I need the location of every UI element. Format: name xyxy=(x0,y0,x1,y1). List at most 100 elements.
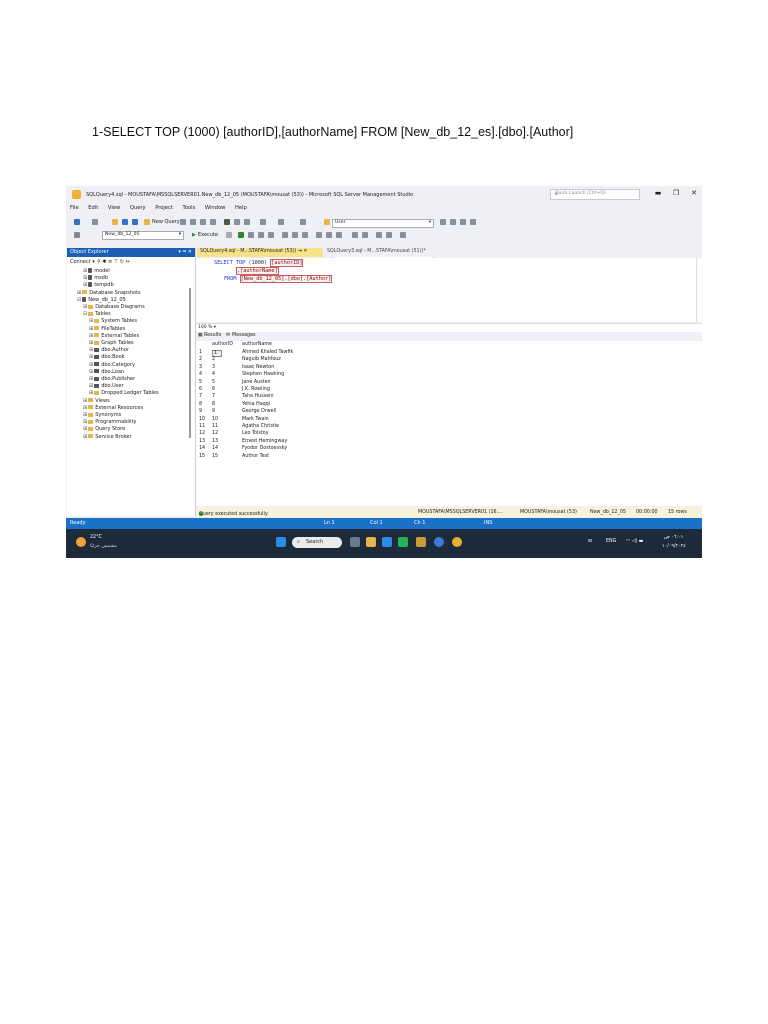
ssms-taskbar-icon[interactable] xyxy=(416,537,426,547)
parse-icon[interactable] xyxy=(238,232,244,238)
sql-editor[interactable]: SELECT TOP (1000) [authorID] ,[authorNam… xyxy=(196,258,696,322)
chrome-icon[interactable] xyxy=(452,537,462,547)
tree-node[interactable]: ⊞ Programmability xyxy=(83,419,137,425)
file-explorer-icon[interactable] xyxy=(366,537,376,547)
execute-button[interactable]: Execute xyxy=(198,232,218,238)
menu-file[interactable]: File xyxy=(70,205,79,211)
column-header-authorid[interactable]: authorID xyxy=(212,342,233,347)
tree-node[interactable]: ⊞ Graph Tables xyxy=(89,340,134,346)
results-grid-icon[interactable] xyxy=(316,232,322,238)
menu-view[interactable]: View xyxy=(108,205,120,211)
menu-window[interactable]: Window xyxy=(205,205,225,211)
tree-node[interactable]: ⊟ New_db_12_05 xyxy=(77,296,126,303)
tree-node[interactable]: ⊞ Views xyxy=(83,398,110,404)
new-query-icon[interactable] xyxy=(144,219,150,225)
tree-node[interactable]: ⊞ dbo.User xyxy=(89,383,124,389)
tools-icon[interactable] xyxy=(450,219,456,225)
chart-icon[interactable] xyxy=(460,219,466,225)
tree-node[interactable]: ⊞ External Tables xyxy=(89,333,139,339)
menu-edit[interactable]: Edit xyxy=(88,205,98,211)
query-icon[interactable] xyxy=(200,219,206,225)
explorer-tool-icons[interactable]: ⚲ ✱ ≡ ⊤ ↻ ↔ xyxy=(97,259,130,265)
user-combo[interactable]: User ▾ xyxy=(332,219,434,228)
scrollbar[interactable] xyxy=(189,288,191,438)
tree-node[interactable]: ⊞ dbo.Book xyxy=(89,354,125,360)
tree-node[interactable]: ⊞ Synonyms xyxy=(83,412,121,418)
tree-node[interactable]: ⊞ dbo.Author xyxy=(89,347,129,353)
language-indicator[interactable]: ENG xyxy=(606,539,616,544)
stats-icon[interactable] xyxy=(302,232,308,238)
tab-sqlquery3[interactable]: SQLQuery3.sql - M...STAFA\mousat (51))* xyxy=(324,248,456,257)
tree-node[interactable]: ⊞ Database Snapshots xyxy=(77,290,141,296)
outdent-icon[interactable] xyxy=(386,232,392,238)
minimize-button[interactable]: ▬ xyxy=(652,189,664,197)
menu-project[interactable]: Project xyxy=(155,205,173,211)
tree-node[interactable]: ⊞ Service Broker xyxy=(83,434,132,440)
save-icon[interactable] xyxy=(122,219,128,225)
edge-icon[interactable] xyxy=(434,537,444,547)
stop-icon[interactable] xyxy=(226,232,232,238)
tree-node[interactable]: ⊞ System Tables xyxy=(89,318,137,324)
text-icon[interactable] xyxy=(268,232,274,238)
column-header-authorname[interactable]: authorName xyxy=(242,342,272,347)
tree-node[interactable]: ⊞ Database Diagrams xyxy=(83,304,145,310)
whatsapp-icon[interactable] xyxy=(398,537,408,547)
comment-icon[interactable] xyxy=(352,232,358,238)
results-file-icon[interactable] xyxy=(326,232,332,238)
tree-node[interactable]: ⊞ dbo.Publisher xyxy=(89,376,135,382)
new-query-button[interactable]: New Query xyxy=(152,219,180,225)
specify-values-icon[interactable] xyxy=(400,232,406,238)
menu-tools[interactable]: Tools xyxy=(183,205,196,211)
tree-node[interactable]: ⊞ Query Store xyxy=(83,426,125,432)
tree-node[interactable]: ⊞ model xyxy=(83,268,110,274)
taskbar-search[interactable]: ⌕ Search xyxy=(292,537,342,548)
query-icon[interactable] xyxy=(180,219,186,225)
new-file-icon[interactable] xyxy=(92,219,98,225)
tree-node[interactable]: ⊞ dbo.Category xyxy=(89,362,135,368)
restore-button[interactable]: ❐ xyxy=(670,189,682,197)
uncomment-icon[interactable] xyxy=(362,232,368,238)
stats-icon[interactable] xyxy=(292,232,298,238)
query-icon[interactable] xyxy=(190,219,196,225)
store-icon[interactable] xyxy=(382,537,392,547)
task-view-icon[interactable] xyxy=(350,537,360,547)
table-row[interactable]: 15 15 Author Test xyxy=(196,454,336,462)
paste-icon[interactable] xyxy=(244,219,250,225)
tree-node[interactable]: ⊞ tempdb xyxy=(83,282,114,288)
back-icon[interactable] xyxy=(74,219,80,225)
grid-icon[interactable] xyxy=(258,232,264,238)
panel-pin-close-icons[interactable]: ▾ ⫤ ✕ xyxy=(178,249,192,255)
editor-scrollbar[interactable] xyxy=(696,258,702,322)
quick-launch-input[interactable]: Quick Launch (Ctrl+Q) ⌕ xyxy=(550,189,640,200)
plan-icon[interactable] xyxy=(248,232,254,238)
tree-node[interactable]: ⊞ Dropped Ledger Tables xyxy=(89,390,159,396)
filter-icon[interactable] xyxy=(74,232,80,238)
tree-node[interactable]: ⊟ Tables xyxy=(83,311,111,317)
tab-sqlquery4[interactable]: SQLQuery4.sql - M...STAFA\mousat (53)) ⇥… xyxy=(197,248,323,257)
tree-node[interactable]: ⊞ External Resources xyxy=(83,405,143,411)
properties-icon[interactable] xyxy=(440,219,446,225)
copy-icon[interactable] xyxy=(234,219,240,225)
tree-node[interactable]: ⊞ FileTables xyxy=(89,326,125,332)
results-text-icon[interactable] xyxy=(336,232,342,238)
start-icon[interactable] xyxy=(276,537,286,547)
redo-icon[interactable] xyxy=(278,219,284,225)
menu-help[interactable]: Help xyxy=(235,205,247,211)
query-icon[interactable] xyxy=(210,219,216,225)
layout-icon[interactable] xyxy=(470,219,476,225)
cut-icon[interactable] xyxy=(224,219,230,225)
connect-button[interactable]: Connect ▾ xyxy=(70,259,95,265)
open-folder-icon[interactable] xyxy=(112,219,118,225)
stats-icon[interactable] xyxy=(282,232,288,238)
zoom-select[interactable]: 100 % ▾ xyxy=(198,325,216,330)
undo-icon[interactable] xyxy=(260,219,266,225)
menu-query[interactable]: Query xyxy=(130,205,146,211)
window-icon[interactable] xyxy=(300,219,306,225)
tab-messages[interactable]: Messages xyxy=(232,333,256,338)
tree-node[interactable]: ⊞ dbo.Loan xyxy=(89,369,124,375)
close-button[interactable]: ✕ xyxy=(688,189,700,197)
tab-results[interactable]: Results xyxy=(204,333,221,338)
database-combo[interactable]: New_db_12_05 ▾ xyxy=(102,231,184,240)
tree-node[interactable]: ⊞ msdb xyxy=(83,275,108,281)
save-all-icon[interactable] xyxy=(132,219,138,225)
